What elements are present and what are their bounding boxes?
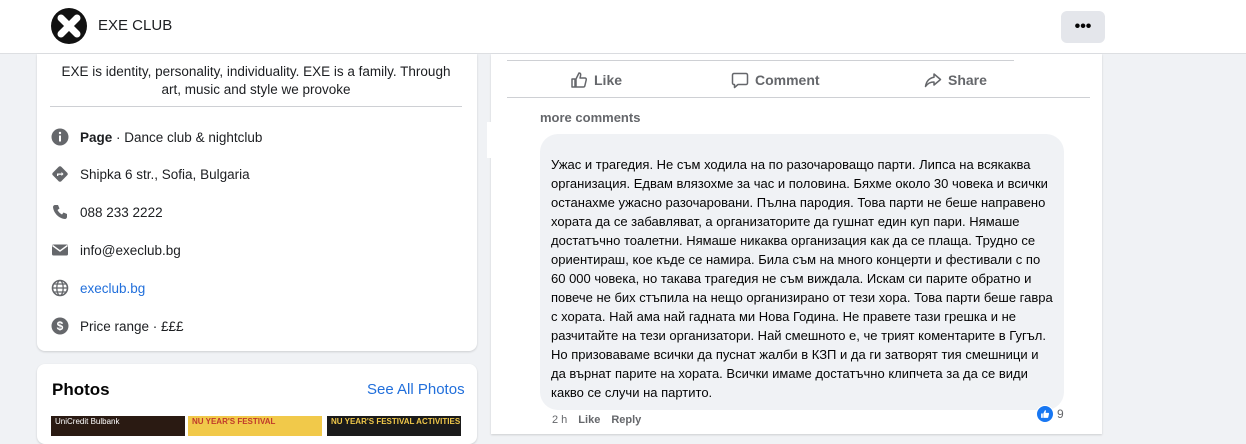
comment-reactions[interactable]: 9 [1036, 405, 1064, 423]
comment-timestamp[interactable]: 2 h [552, 414, 567, 426]
share-button[interactable]: Share [924, 68, 987, 92]
share-icon [924, 73, 942, 88]
comment-text: Ужас и трагедия. Не съм ходила на по раз… [551, 157, 1053, 400]
globe-icon [50, 278, 70, 298]
photo-thumbnail[interactable]: NU YEAR'S FESTIVAL ACTIVITIES [327, 416, 461, 436]
info-row-page: Page · Dance club & nightclub [50, 125, 470, 149]
share-label: Share [948, 72, 987, 88]
like-reaction-icon [1036, 405, 1054, 423]
reaction-count: 9 [1057, 407, 1064, 421]
thumbs-up-icon [571, 72, 588, 88]
intro-divider [50, 106, 462, 107]
dollar-icon: $ [50, 316, 70, 336]
info-row-phone: 088 233 2222 [50, 200, 470, 224]
address-text: Shipka 6 str., Sofia, Bulgaria [80, 166, 250, 182]
photos-title: Photos [52, 380, 110, 399]
directions-icon [50, 164, 70, 184]
info-row-email: info@execlub.bg [50, 238, 470, 262]
club-name[interactable]: EXE CLUB [98, 17, 172, 34]
info-row-website: execlub.bg [50, 276, 470, 300]
about-text: EXE is identity, personality, individual… [61, 64, 451, 97]
comment-label: Comment [755, 72, 820, 88]
see-all-photos-link[interactable]: See All Photos [367, 381, 465, 398]
email-text[interactable]: info@execlub.bg [80, 243, 181, 258]
post-divider [507, 97, 1090, 98]
phone-text[interactable]: 088 233 2222 [80, 205, 163, 220]
info-icon [50, 127, 70, 147]
price-range-text: Price range · £££ [80, 318, 184, 334]
photo-thumbnail[interactable]: UniCredit Bulbank [51, 416, 185, 436]
page-category-text: Page · Dance club & nightclub [80, 129, 263, 145]
page-header [0, 0, 1246, 54]
club-logo[interactable] [51, 8, 87, 44]
comment-icon [731, 72, 749, 89]
comment-reply-button[interactable]: Reply [611, 414, 641, 426]
photo-thumbnail[interactable]: NU YEAR'S FESTIVAL [188, 416, 322, 436]
comment-button[interactable]: Comment [731, 68, 820, 92]
like-label: Like [594, 72, 623, 88]
website-link[interactable]: execlub.bg [80, 281, 145, 296]
info-row-address: Shipka 6 str., Sofia, Bulgaria [50, 162, 470, 186]
phone-icon [50, 202, 70, 222]
svg-text:$: $ [57, 319, 64, 333]
like-button[interactable]: Like [570, 68, 622, 92]
comment-actions: 2 h Like Reply [552, 414, 641, 426]
post-divider [507, 60, 1014, 61]
comment-like-button[interactable]: Like [578, 414, 600, 426]
info-row-price: $ Price range · £££ [50, 314, 470, 338]
more-options-button[interactable]: ••• [1061, 11, 1105, 43]
envelope-icon [50, 240, 70, 260]
